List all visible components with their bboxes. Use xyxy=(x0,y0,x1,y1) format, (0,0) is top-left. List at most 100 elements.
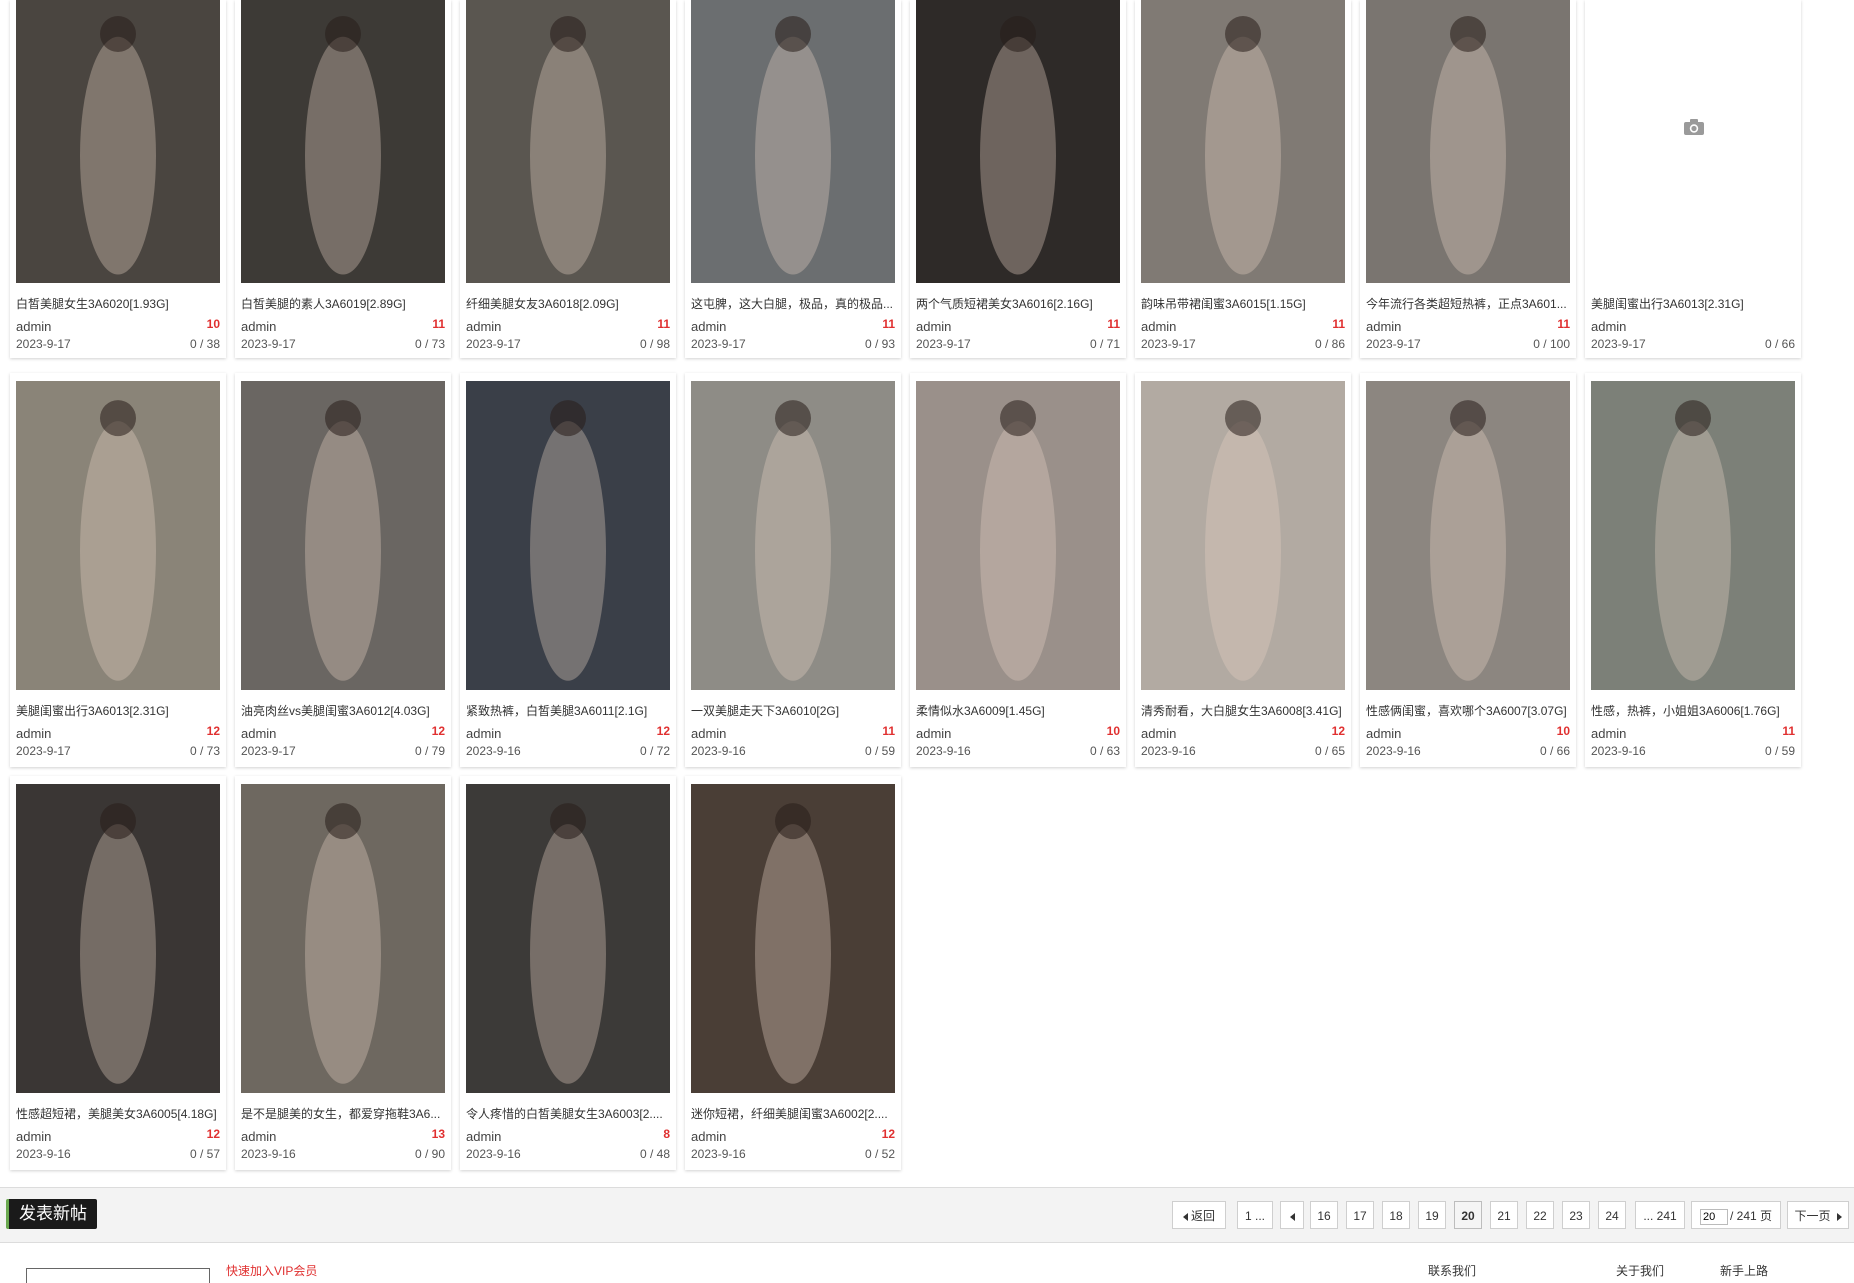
page-19[interactable]: 19 xyxy=(1418,1201,1446,1229)
thread-card[interactable]: 柔情似水3A6009[1.45G] admin 10 2023-9-16 0 / 63 xyxy=(910,373,1126,767)
thread-thumbnail[interactable] xyxy=(466,381,670,690)
thread-author[interactable]: admin xyxy=(1591,726,1626,741)
thread-thumbnail[interactable] xyxy=(1366,0,1570,283)
prev-page-button[interactable] xyxy=(1280,1201,1304,1229)
thread-author[interactable]: admin xyxy=(916,319,951,334)
thread-title[interactable]: 清秀耐看，大白腿女生3A6008[3.41G] xyxy=(1141,702,1345,719)
thread-author[interactable]: admin xyxy=(241,726,276,741)
thread-card[interactable]: 是不是腿美的女生，都爱穿拖鞋3A6... admin 13 2023-9-16 0 / … xyxy=(235,776,451,1170)
page-last[interactable]: ... 241 xyxy=(1635,1201,1685,1229)
thread-card[interactable]: 美腿闺蜜出行3A6013[2.31G] admin 12 2023-9-17 0 / 7… xyxy=(10,373,226,767)
thread-card[interactable]: 白皙美腿女生3A6020[1.93G] admin 10 2023-9-17 0 / 3… xyxy=(10,0,226,358)
thread-author[interactable]: admin xyxy=(466,1129,501,1144)
thread-title[interactable]: 白皙美腿女生3A6020[1.93G] xyxy=(16,295,220,312)
thread-card[interactable]: 紧致热裤，白皙美腿3A6011[2.1G] admin 12 2023-9-16 0 /… xyxy=(460,373,676,767)
thread-card[interactable]: 迷你短裙，纤细美腿闺蜜3A6002[2.... admin 12 2023-9-16 0… xyxy=(685,776,901,1170)
thread-card[interactable]: 韵味吊带裙闺蜜3A6015[1.15G] admin 11 2023-9-17 0 / … xyxy=(1135,0,1351,358)
thread-card[interactable]: 清秀耐看，大白腿女生3A6008[3.41G] admin 12 2023-9-16 0… xyxy=(1135,373,1351,767)
thread-card[interactable]: 两个气质短裙美女3A6016[2.16G] admin 11 2023-9-17 0 /… xyxy=(910,0,1126,358)
thread-thumbnail[interactable] xyxy=(241,0,445,283)
thread-card[interactable]: 纤细美腿女友3A6018[2.09G] admin 11 2023-9-17 0 / 9… xyxy=(460,0,676,358)
thread-title[interactable]: 迷你短裙，纤细美腿闺蜜3A6002[2.... xyxy=(691,1105,895,1122)
thread-title[interactable]: 紧致热裤，白皙美腿3A6011[2.1G] xyxy=(466,702,670,719)
thread-title[interactable]: 油亮肉丝vs美腿闺蜜3A6012[4.03G] xyxy=(241,702,445,719)
thread-title[interactable]: 美腿闺蜜出行3A6013[2.31G] xyxy=(16,702,220,719)
thread-card[interactable]: 性感俩闺蜜，喜欢哪个3A6007[3.07G] admin 10 2023-9-16 0… xyxy=(1360,373,1576,767)
thread-author[interactable]: admin xyxy=(1366,726,1401,741)
thread-thumbnail[interactable] xyxy=(16,381,220,690)
thread-title[interactable]: 白皙美腿的素人3A6019[2.89G] xyxy=(241,295,445,312)
thread-thumbnail[interactable] xyxy=(466,784,670,1093)
thread-author[interactable]: admin xyxy=(691,726,726,741)
thread-title[interactable]: 是不是腿美的女生，都爱穿拖鞋3A6... xyxy=(241,1105,445,1122)
page-jump-input[interactable] xyxy=(1699,1208,1728,1225)
next-page-button[interactable]: 下一页 xyxy=(1787,1201,1849,1229)
page-20[interactable]: 20 xyxy=(1454,1201,1482,1229)
thread-title[interactable]: 今年流行各类超短热裤，正点3A601... xyxy=(1366,295,1570,312)
thread-title[interactable]: 柔情似水3A6009[1.45G] xyxy=(916,702,1120,719)
page-18[interactable]: 18 xyxy=(1382,1201,1410,1229)
thread-author[interactable]: admin xyxy=(241,1129,276,1144)
thread-title[interactable]: 纤细美腿女友3A6018[2.09G] xyxy=(466,295,670,312)
thread-thumbnail[interactable] xyxy=(691,381,895,690)
thread-thumbnail[interactable] xyxy=(916,0,1120,283)
thread-card[interactable]: 油亮肉丝vs美腿闺蜜3A6012[4.03G] admin 12 2023-9-17 0… xyxy=(235,373,451,767)
thread-card[interactable]: 白皙美腿的素人3A6019[2.89G] admin 11 2023-9-17 0 / … xyxy=(235,0,451,358)
thread-thumbnail[interactable] xyxy=(1591,381,1795,690)
thread-title[interactable]: 这屯脾，这大白腿，极品，真的极品... xyxy=(691,295,895,312)
page-first[interactable]: 1 ... xyxy=(1237,1201,1273,1229)
thread-author[interactable]: admin xyxy=(1591,319,1626,334)
thread-title[interactable]: 韵味吊带裙闺蜜3A6015[1.15G] xyxy=(1141,295,1345,312)
thread-thumbnail[interactable] xyxy=(916,381,1120,690)
thread-title[interactable]: 一双美腿走天下3A6010[2G] xyxy=(691,702,895,719)
thread-title[interactable]: 令人疼惜的白皙美腿女生3A6003[2.... xyxy=(466,1105,670,1122)
thread-thumbnail[interactable] xyxy=(16,784,220,1093)
page-16[interactable]: 16 xyxy=(1310,1201,1338,1229)
thread-thumbnail[interactable] xyxy=(691,784,895,1093)
thread-thumbnail[interactable] xyxy=(16,0,220,283)
thread-thumbnail[interactable] xyxy=(466,0,670,283)
thread-title[interactable]: 美腿闺蜜出行3A6013[2.31G] xyxy=(1591,295,1795,312)
thread-card[interactable]: 这屯脾，这大白腿，极品，真的极品... admin 11 2023-9-17 0 / 9… xyxy=(685,0,901,358)
thread-card[interactable]: 美腿闺蜜出行3A6013[2.31G] admin 2023-9-17 0 / 66 xyxy=(1585,0,1801,358)
footer-link-about[interactable]: 关于我们 xyxy=(1616,1262,1664,1279)
thread-thumbnail[interactable] xyxy=(691,0,895,283)
thread-card[interactable]: 一双美腿走天下3A6010[2G] admin 11 2023-9-16 0 / 59 xyxy=(685,373,901,767)
thread-author[interactable]: admin xyxy=(691,1129,726,1144)
thread-author[interactable]: admin xyxy=(16,1129,51,1144)
page-23[interactable]: 23 xyxy=(1562,1201,1590,1229)
thread-thumbnail[interactable] xyxy=(1366,381,1570,690)
page-24[interactable]: 24 xyxy=(1598,1201,1626,1229)
back-button[interactable]: 返回 xyxy=(1172,1201,1226,1229)
thread-title[interactable]: 性感，热裤，小姐姐3A6006[1.76G] xyxy=(1591,702,1795,719)
thread-card[interactable]: 令人疼惜的白皙美腿女生3A6003[2.... admin 8 2023-9-16 0 … xyxy=(460,776,676,1170)
footer-link-contact[interactable]: 联系我们 xyxy=(1428,1262,1476,1279)
thread-thumbnail[interactable] xyxy=(1141,381,1345,690)
page-21[interactable]: 21 xyxy=(1490,1201,1518,1229)
thread-author[interactable]: admin xyxy=(1141,726,1176,741)
page-22[interactable]: 22 xyxy=(1526,1201,1554,1229)
thread-title[interactable]: 两个气质短裙美女3A6016[2.16G] xyxy=(916,295,1120,312)
thread-card[interactable]: 性感，热裤，小姐姐3A6006[1.76G] admin 11 2023-9-16 0 … xyxy=(1585,373,1801,767)
thread-thumbnail[interactable] xyxy=(1141,0,1345,283)
footer-link-guide[interactable]: 新手上路 xyxy=(1720,1262,1768,1279)
new-post-button[interactable]: 发表新帖 xyxy=(6,1199,97,1229)
thread-card[interactable]: 今年流行各类超短热裤，正点3A601... admin 11 2023-9-17 0 /… xyxy=(1360,0,1576,358)
thread-author[interactable]: admin xyxy=(466,319,501,334)
thread-author[interactable]: admin xyxy=(916,726,951,741)
thread-title[interactable]: 性感超短裙，美腿美女3A6005[4.18G] xyxy=(16,1105,220,1122)
thread-author[interactable]: admin xyxy=(241,319,276,334)
thread-author[interactable]: admin xyxy=(466,726,501,741)
thread-author[interactable]: admin xyxy=(1366,319,1401,334)
footer-notice[interactable]: 快速加入VIP会员 xyxy=(226,1262,317,1279)
thread-author[interactable]: admin xyxy=(16,726,51,741)
thread-author[interactable]: admin xyxy=(691,319,726,334)
thread-card[interactable]: 性感超短裙，美腿美女3A6005[4.18G] admin 12 2023-9-16 0… xyxy=(10,776,226,1170)
thread-title[interactable]: 性感俩闺蜜，喜欢哪个3A6007[3.07G] xyxy=(1366,702,1570,719)
page-17[interactable]: 17 xyxy=(1346,1201,1374,1229)
thread-thumbnail[interactable] xyxy=(241,784,445,1093)
thread-thumbnail[interactable] xyxy=(241,381,445,690)
thread-thumbnail[interactable] xyxy=(1591,0,1795,283)
thread-author[interactable]: admin xyxy=(1141,319,1176,334)
thread-author[interactable]: admin xyxy=(16,319,51,334)
